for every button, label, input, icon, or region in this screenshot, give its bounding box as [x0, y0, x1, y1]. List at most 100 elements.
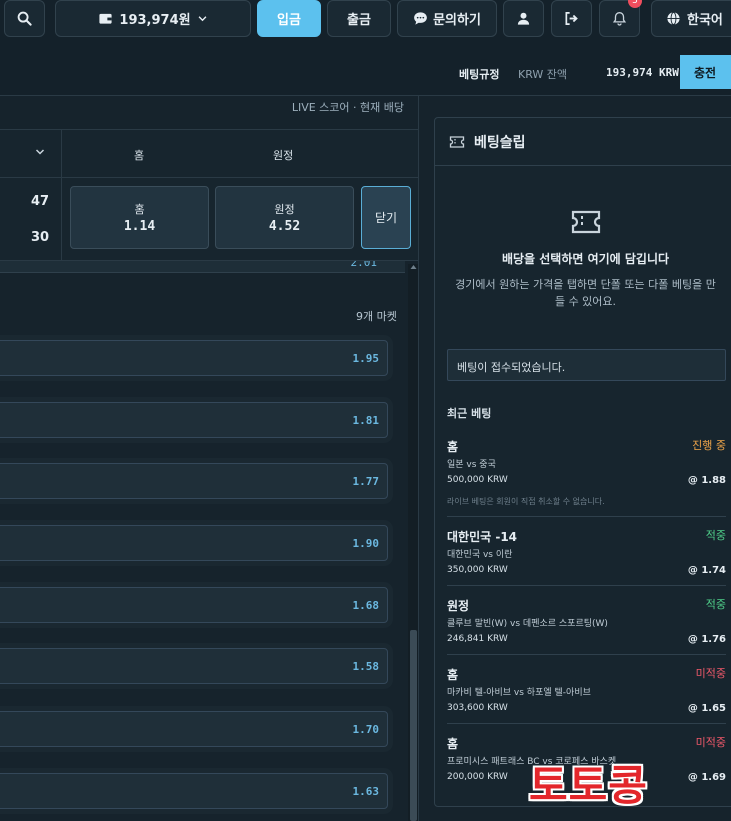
bet-status: 적중 — [705, 529, 726, 542]
away-odds-value: 4.52 — [268, 219, 301, 234]
bet-selection: 홈 — [447, 440, 459, 454]
balance-amount: 193,974원 — [119, 13, 191, 28]
market-odds-value: 1.81 — [352, 414, 380, 427]
market-row-partial[interactable]: 2.01 — [0, 261, 405, 273]
balance-dropdown[interactable]: 193,974원 — [55, 0, 251, 37]
live-score-caption: LIVE 스코어 · 현재 배당 — [291, 101, 404, 114]
divider — [61, 130, 62, 262]
language-selector[interactable]: 한국어 — [651, 0, 731, 37]
bet-odds: @ 1.69 — [687, 772, 726, 783]
market-row[interactable]: 1.68 — [0, 587, 388, 623]
bet-status: 진행 중 — [692, 439, 726, 452]
match-header-row: 홈 원정 — [0, 130, 418, 178]
ticket-icon — [449, 136, 465, 148]
inquiry-button[interactable]: 문의하기 — [397, 0, 497, 37]
market-row[interactable]: 1.77 — [0, 463, 388, 499]
chat-bubble-icon — [414, 12, 427, 25]
column-home-label: 홈 — [134, 149, 145, 162]
bet-amount: 200,000 KRW — [447, 772, 508, 782]
bet-status: 적중 — [705, 598, 726, 611]
top-navigation-bar: 193,974원 입금 출금 문의하기 5 한국어 — [0, 0, 731, 44]
market-row[interactable]: 1.95 — [0, 340, 388, 376]
krw-balance-amount: 193,974 KRW — [606, 66, 679, 79]
market-row[interactable]: 1.90 — [0, 525, 388, 561]
away-odds-button[interactable]: 원정 4.52 — [215, 186, 354, 249]
bet-selection: 대한민국 -14 — [447, 530, 518, 544]
market-odds-value: 1.77 — [352, 475, 380, 488]
bet-match: 일본 vs 중국 — [447, 460, 496, 470]
market-odds-value: 1.63 — [352, 785, 380, 798]
scroll-up-arrow-icon[interactable] — [410, 264, 417, 270]
market-row[interactable]: 1.81 — [0, 402, 388, 438]
betting-rules-link[interactable]: 베팅규정 — [459, 66, 499, 82]
search-button[interactable] — [4, 0, 45, 37]
bet-slip-header: 베팅슬립 — [435, 118, 731, 166]
language-label: 한국어 — [687, 13, 723, 28]
logout-button[interactable] — [551, 0, 592, 37]
bet-amount: 303,600 KRW — [447, 703, 508, 713]
scrollbar-thumb[interactable] — [410, 630, 417, 821]
recent-bets-title: 최근 베팅 — [447, 407, 492, 420]
watermark-logo: 토토콩 — [529, 761, 648, 810]
bet-selection: 홈 — [447, 737, 459, 751]
home-odds-value: 1.14 — [123, 219, 156, 234]
user-profile-button[interactable] — [503, 0, 544, 37]
bet-slip-title: 베팅슬립 — [474, 135, 526, 151]
inquiry-label: 문의하기 — [433, 13, 481, 28]
bet-selection: 원정 — [447, 599, 470, 613]
recent-bet-item[interactable]: 홈 미적중 마카비 텔-아비브 vs 하포엘 텔-아비브 303,600 KRW… — [447, 666, 726, 724]
bet-odds: @ 1.88 — [687, 475, 726, 486]
account-sub-bar: 베팅규정 KRW 잔액 193,974 KRW 충전 — [0, 44, 731, 96]
bet-selection: 홈 — [447, 668, 459, 682]
home-score: 47 — [31, 194, 50, 209]
market-odds-value: 1.70 — [352, 723, 380, 736]
bet-odds: @ 1.65 — [687, 703, 726, 714]
market-odds-value: 1.58 — [352, 660, 380, 673]
away-odds-label: 원정 — [274, 203, 295, 216]
bet-match: 마카비 텔-아비브 vs 하포엘 텔-아비브 — [447, 688, 591, 698]
market-odds-value: 1.95 — [352, 352, 380, 365]
ticket-icon — [571, 210, 601, 234]
bet-odds: @ 1.74 — [687, 565, 726, 576]
recent-bet-item[interactable]: 홈 진행 중 일본 vs 중국 500,000 KRW @ 1.88 라이브 베… — [447, 438, 726, 517]
bet-status: 미적중 — [695, 667, 726, 680]
market-odds-value: 1.68 — [352, 599, 380, 612]
market-row[interactable]: 1.63 — [0, 773, 388, 809]
charge-button[interactable]: 충전 — [680, 55, 731, 89]
market-odds-value: 2.01 — [350, 261, 378, 269]
globe-icon — [667, 11, 680, 26]
bet-amount: 246,841 KRW — [447, 634, 508, 644]
chevron-down-icon — [198, 16, 207, 22]
chevron-down-icon[interactable] — [34, 146, 46, 158]
market-count-label: 9개 마켓 — [356, 310, 397, 323]
bet-slip-panel: 베팅슬립 배당을 선택하면 여기에 담깁니다 경기에서 원하는 가격을 탭하면 … — [434, 117, 731, 807]
home-odds-button[interactable]: 홈 1.14 — [70, 186, 209, 249]
market-row[interactable]: 1.58 — [0, 648, 388, 684]
search-icon — [17, 11, 32, 26]
deposit-button[interactable]: 입금 — [257, 0, 321, 37]
market-row[interactable]: 1.70 — [0, 711, 388, 747]
empty-slip-title: 배당을 선택하면 여기에 담깁니다 — [501, 252, 670, 266]
away-score: 30 — [31, 230, 50, 245]
match-detail-panel: LIVE 스코어 · 현재 배당 홈 원정 47 30 홈 1.14 원정 4.… — [0, 96, 419, 821]
bet-amount: 350,000 KRW — [447, 565, 508, 575]
bet-match: 대한민국 vs 이란 — [447, 550, 513, 560]
bet-accepted-message: 베팅이 접수되었습니다. — [457, 361, 566, 374]
empty-slip-description: 경기에서 원하는 가격을 탭하면 단폴 또는 다폴 베팅을 만들 수 있어요. — [455, 278, 716, 308]
recent-bet-item[interactable]: 원정 적중 클루브 말빈(W) vs 데펜소르 스포르팅(W) 246,841 … — [447, 597, 726, 655]
market-odds-value: 1.90 — [352, 537, 380, 550]
withdraw-button[interactable]: 출금 — [327, 0, 391, 37]
bet-status: 미적중 — [695, 736, 726, 749]
match-card: 홈 원정 47 30 홈 1.14 원정 4.52 닫기 — [0, 129, 418, 262]
column-away-label: 원정 — [273, 149, 294, 162]
bet-match: 클루브 말빈(W) vs 데펜소르 스포르팅(W) — [447, 619, 608, 629]
bell-icon — [612, 12, 627, 26]
krw-balance-label: KRW 잔액 — [518, 68, 568, 81]
recent-bet-item[interactable]: 대한민국 -14 적중 대한민국 vs 이란 350,000 KRW @ 1.7… — [447, 528, 726, 586]
bet-note: 라이브 베팅은 회원이 직접 취소할 수 없습니다. — [447, 497, 605, 506]
home-odds-label: 홈 — [134, 203, 145, 216]
user-icon — [517, 12, 530, 25]
bet-accepted-notice: 베팅이 접수되었습니다. — [447, 349, 726, 381]
bet-amount: 500,000 KRW — [447, 475, 508, 485]
close-button[interactable]: 닫기 — [361, 186, 411, 249]
